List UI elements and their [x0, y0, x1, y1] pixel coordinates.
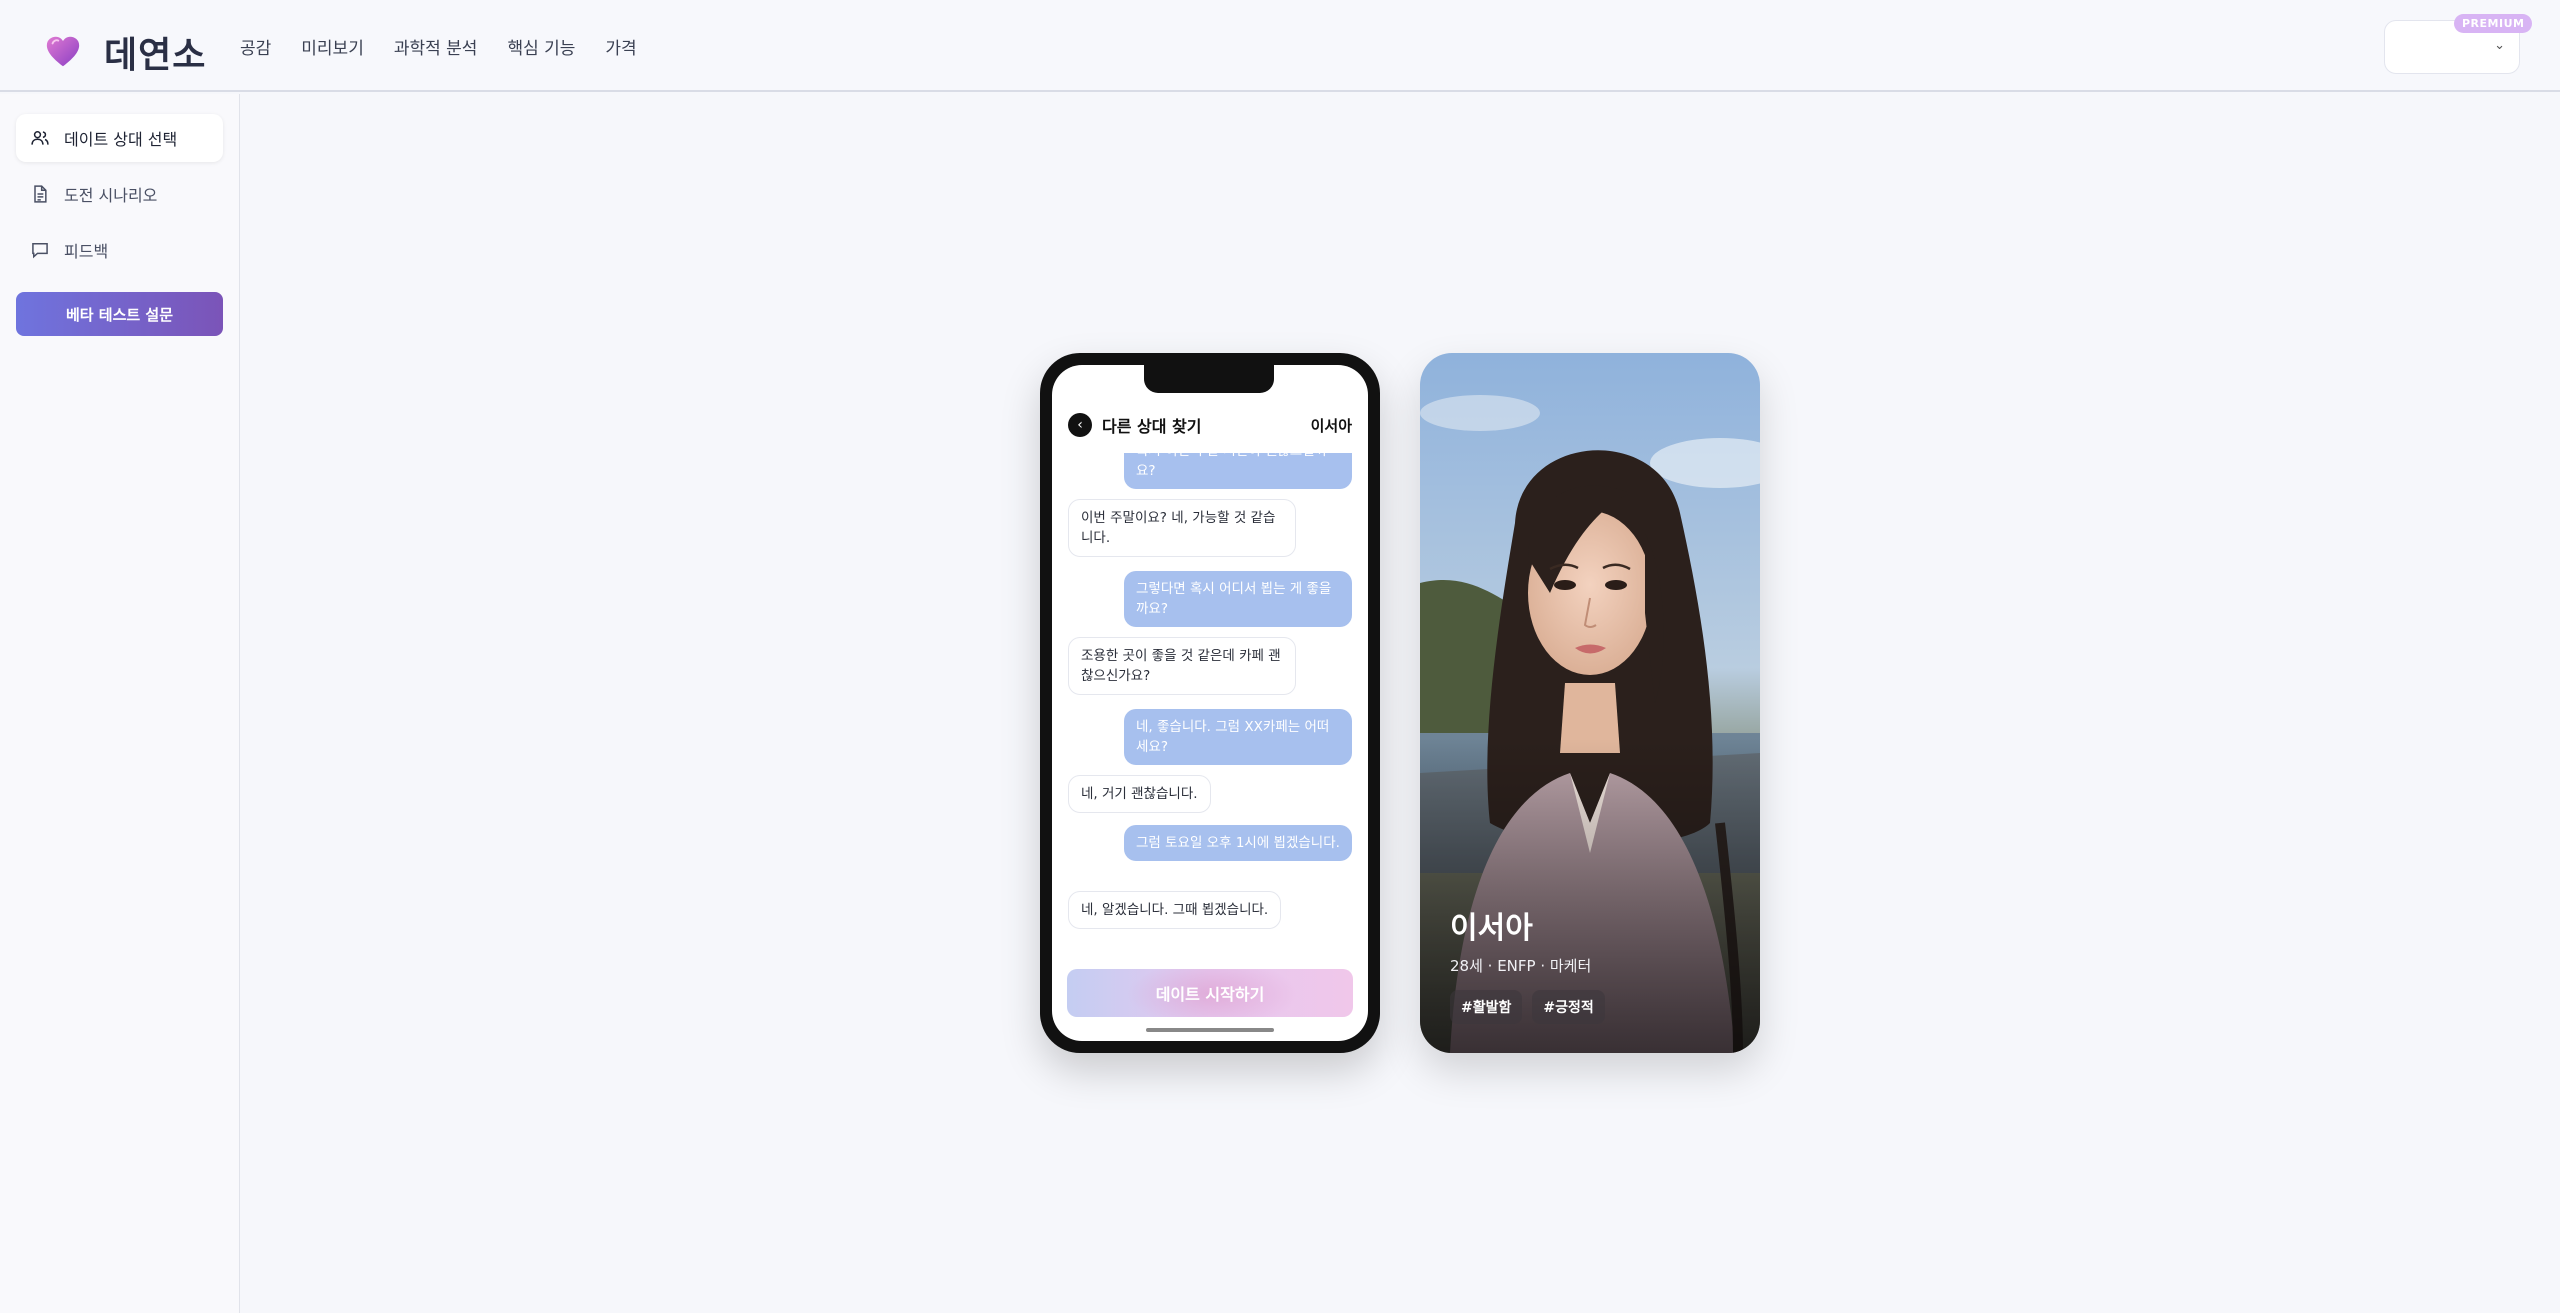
find-other-partner-link[interactable]: 다른 상대 찾기 [1102, 413, 1201, 437]
profile-meta: 28세 · ENFP · 마케터 [1450, 957, 1592, 975]
users-icon [31, 131, 49, 145]
sidebar-item-label: 도전 시나리오 [64, 186, 158, 205]
back-arrow-icon[interactable]: ‹ [1068, 413, 1092, 437]
logo[interactable]: 데연소 [44, 26, 206, 78]
phone-mockup: ‹ 다른 상대 찾기 이서아 혹시 이번 주말 시간이 괜찮으실까요? 이번 주… [1040, 353, 1380, 1053]
sidebar: 데이트 상대 선택 도전 시나리오 피드백 베타 테스트 설문 [0, 94, 240, 1313]
chat-header: ‹ 다른 상대 찾기 이서아 [1052, 405, 1368, 445]
nav-empathy[interactable]: 공감 [240, 34, 271, 59]
profile-tags: #활발함 #긍정적 [1450, 990, 1605, 1024]
message-bubble-sent: 그럼 토요일 오후 1시에 뵙겠습니다. [1124, 825, 1352, 861]
start-date-button[interactable]: 데이트 시작하기 [1067, 969, 1353, 1017]
sidebar-item-label: 피드백 [64, 242, 109, 261]
message-bubble-sent: 혹시 이번 주말 시간이 괜찮으실까요? [1124, 453, 1352, 489]
document-icon [34, 185, 47, 203]
message-bubble-received: 네, 알겠습니다. 그때 뵙겠습니다. [1068, 891, 1282, 929]
nav-pricing[interactable]: 가격 [605, 34, 636, 59]
message-bubble-received: 네, 거기 괜찮습니다. [1068, 775, 1211, 813]
profile-name: 이서아 [1450, 911, 1533, 946]
sidebar-item-feedback[interactable]: 피드백 [16, 226, 223, 274]
premium-badge: PREMIUM [2454, 14, 2533, 33]
message-bubble-sent: 네, 좋습니다. 그럼 XX카페는 어떠세요? [1124, 709, 1352, 765]
phone-notch [1144, 365, 1274, 393]
message-bubble-received: 이번 주말이요? 네, 가능할 것 같습니다. [1068, 499, 1296, 557]
nav-preview[interactable]: 미리보기 [301, 34, 364, 59]
chat-messages[interactable]: 혹시 이번 주말 시간이 괜찮으실까요? 이번 주말이요? 네, 가능할 것 같… [1052, 453, 1368, 933]
sidebar-item-scenario[interactable]: 도전 시나리오 [16, 170, 223, 218]
profile-tag: #활발함 [1450, 990, 1523, 1024]
beta-survey-button[interactable]: 베타 테스트 설문 [16, 292, 223, 336]
chat-partner-name: 이서아 [1310, 416, 1352, 435]
profile-tag: #긍정적 [1532, 990, 1605, 1024]
message-bubble-sent: 그렇다면 혹시 어디서 뵙는 게 좋을까요? [1124, 571, 1352, 627]
main-nav: 공감 미리보기 과학적 분석 핵심 기능 가격 [240, 34, 637, 59]
phone-screen: ‹ 다른 상대 찾기 이서아 혹시 이번 주말 시간이 괜찮으실까요? 이번 주… [1052, 365, 1368, 1041]
sidebar-item-label: 데이트 상대 선택 [64, 130, 178, 149]
profile-photo [1420, 353, 1760, 1053]
home-indicator [1146, 1028, 1274, 1032]
app-name: 데연소 [104, 35, 207, 76]
start-date-label: 데이트 시작하기 [1155, 985, 1265, 1004]
nav-features[interactable]: 핵심 기능 [507, 34, 575, 59]
nav-analysis[interactable]: 과학적 분석 [394, 34, 478, 59]
top-header: 데연소 공감 미리보기 과학적 분석 핵심 기능 가격 ⌄ PREMIUM [0, 0, 2560, 92]
chat-icon [32, 243, 48, 259]
sidebar-item-date-partner[interactable]: 데이트 상대 선택 [16, 114, 223, 162]
chevron-down-icon: ⌄ [2494, 38, 2505, 53]
heart-logo-icon [46, 36, 80, 67]
message-bubble-received: 조용한 곳이 좋을 것 같은데 카페 괜찮으신가요? [1068, 637, 1296, 695]
profile-card[interactable]: 이서아 28세 · ENFP · 마케터 #활발함 #긍정적 [1420, 353, 1760, 1053]
